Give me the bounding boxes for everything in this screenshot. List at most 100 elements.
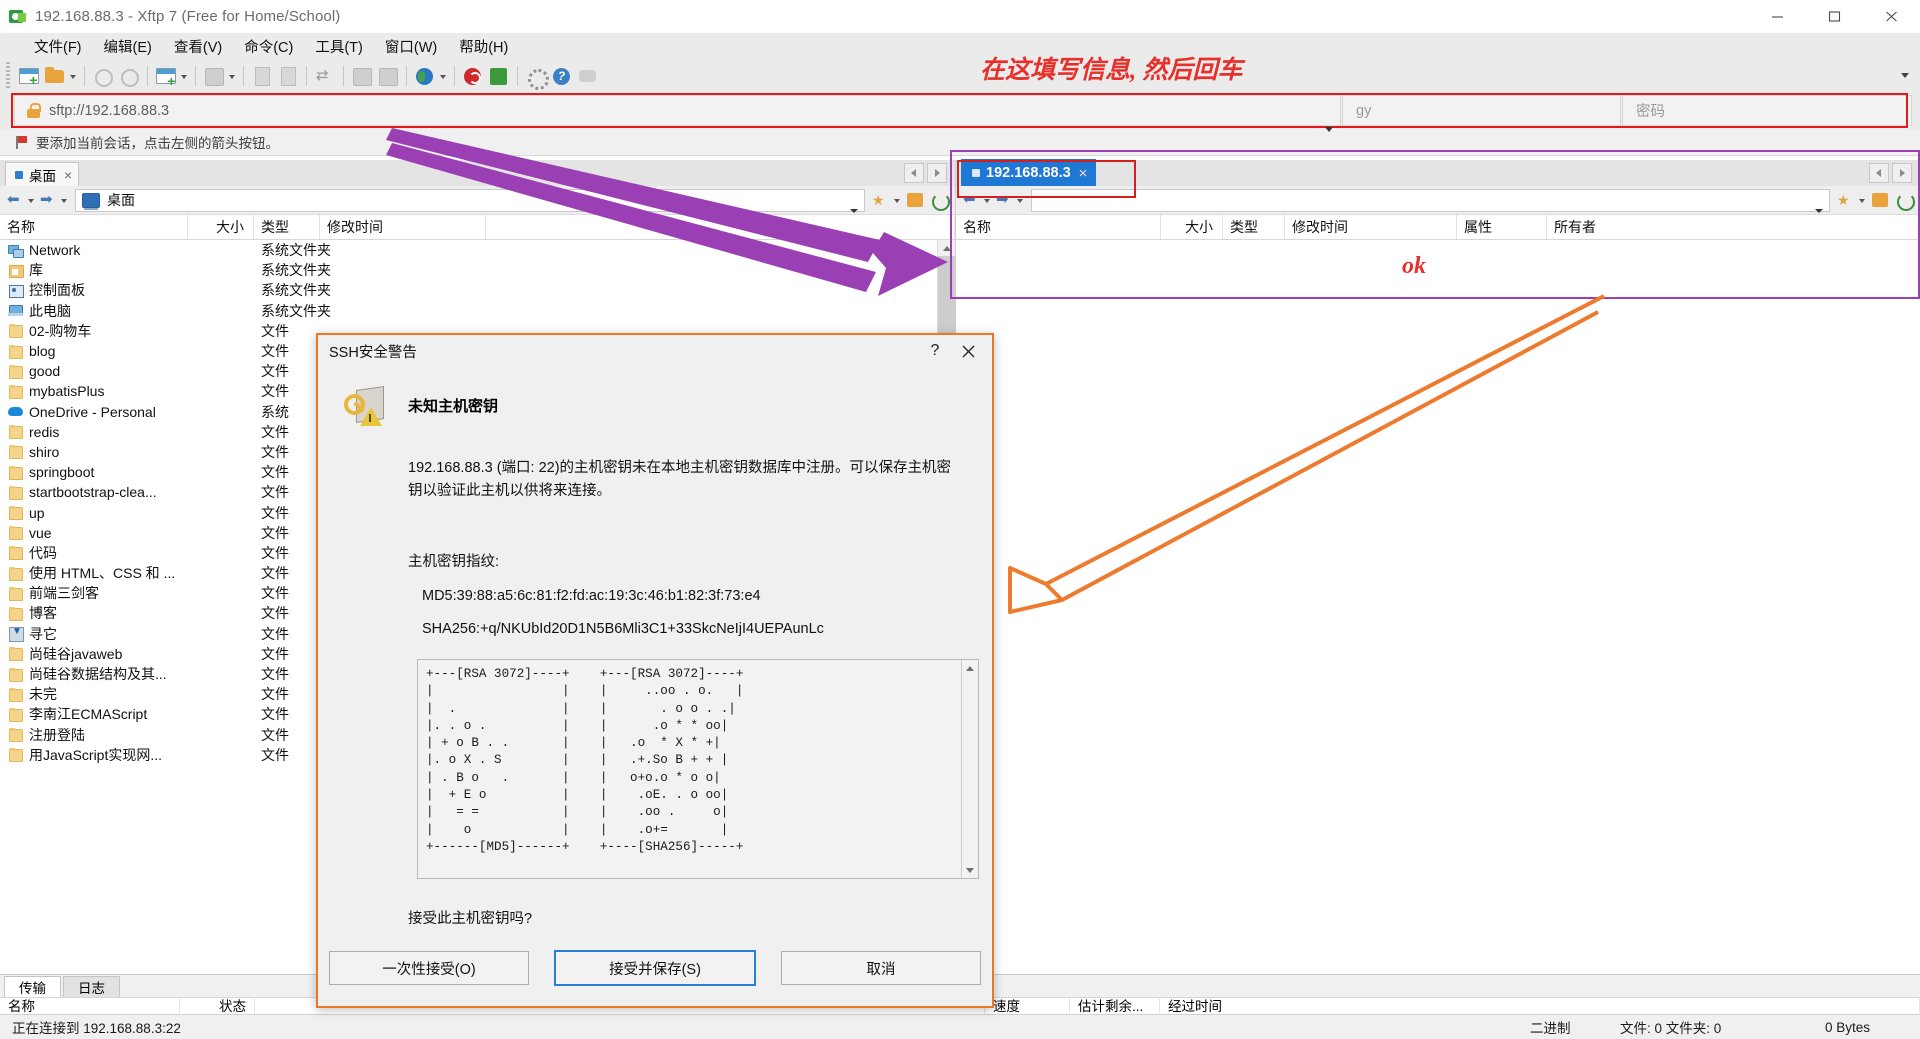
toolbar-grip[interactable]: [6, 62, 10, 90]
minimize-button[interactable]: [1749, 0, 1806, 33]
local-path-value[interactable]: 桌面: [107, 190, 844, 210]
address-input[interactable]: sftp://192.168.88.3: [49, 103, 1318, 119]
remote-forward-chevron-down-icon[interactable]: [1015, 189, 1026, 211]
dialog-close-icon[interactable]: [950, 337, 986, 365]
local-refresh-icon[interactable]: [928, 189, 950, 211]
local-col-name[interactable]: 名称: [0, 215, 188, 239]
remote-star-icon[interactable]: ★: [1834, 189, 1856, 211]
file-name-cell[interactable]: shiro: [0, 444, 188, 460]
sync-icon[interactable]: ⇄: [313, 64, 337, 88]
local-tab-desktop[interactable]: 桌面 ×: [5, 162, 80, 186]
local-tab-scroll-right-icon[interactable]: [927, 163, 947, 183]
file-name-cell[interactable]: Network: [0, 242, 188, 258]
remote-col-type[interactable]: 类型: [1223, 215, 1285, 239]
copy-file-icon[interactable]: [250, 64, 274, 88]
search-icon[interactable]: [117, 64, 141, 88]
local-path-field[interactable]: 桌面: [75, 188, 865, 213]
help-icon[interactable]: ?: [550, 64, 574, 88]
file-name-cell[interactable]: vue: [0, 525, 188, 541]
new-file-transfer-icon[interactable]: +: [154, 64, 178, 88]
local-back-arrow-icon[interactable]: ⬅: [5, 189, 25, 211]
local-star-chevron-down-icon[interactable]: [892, 189, 903, 211]
remote-col-name[interactable]: 名称: [956, 215, 1161, 239]
local-col-size[interactable]: 大小: [188, 215, 254, 239]
cut-icon[interactable]: [350, 64, 374, 88]
comment-icon[interactable]: [576, 64, 600, 88]
run-icon[interactable]: [202, 64, 226, 88]
file-name-cell[interactable]: 前端三剑客: [0, 583, 188, 603]
local-forward-chevron-down-icon[interactable]: [59, 189, 70, 211]
menu-help[interactable]: 帮助(H): [448, 33, 519, 60]
table-row[interactable]: 控制面板 系统文件夹: [0, 280, 955, 300]
file-name-cell[interactable]: 代码: [0, 543, 188, 563]
menu-edit[interactable]: 编辑(E): [93, 33, 163, 60]
remote-tab-close-icon[interactable]: ×: [1079, 165, 1088, 182]
file-name-cell[interactable]: 尚硅谷javaweb: [0, 644, 188, 664]
filter-icon[interactable]: [524, 64, 549, 90]
file-name-cell[interactable]: OneDrive - Personal: [0, 404, 188, 420]
remote-refresh-icon[interactable]: [1893, 189, 1915, 211]
file-name-cell[interactable]: blog: [0, 343, 188, 359]
remote-tab-scroll-right-icon[interactable]: [1892, 163, 1912, 183]
randomart-scrollbar[interactable]: [961, 660, 978, 878]
local-forward-arrow-icon[interactable]: ➡: [38, 189, 58, 211]
remote-back-arrow-icon[interactable]: ⬅: [961, 189, 981, 211]
file-name-cell[interactable]: good: [0, 363, 188, 379]
remote-col-attrs[interactable]: 属性: [1457, 215, 1547, 239]
file-name-cell[interactable]: 使用 HTML、CSS 和 ...: [0, 563, 188, 583]
file-name-cell[interactable]: 博客: [0, 603, 188, 623]
cancel-button[interactable]: 取消: [781, 951, 981, 985]
remote-tab-scroll-left-icon[interactable]: [1869, 163, 1889, 183]
file-name-cell[interactable]: 注册登陆: [0, 725, 188, 745]
file-name-cell[interactable]: redis: [0, 424, 188, 440]
remote-col-owner[interactable]: 所有者: [1547, 215, 1920, 239]
remote-path-field[interactable]: [1031, 188, 1830, 213]
new-folder-icon[interactable]: [43, 64, 67, 88]
paste-file-icon[interactable]: [276, 64, 300, 88]
randomart-box[interactable]: +---[RSA 3072]----+ +---[RSA 3072]----+ …: [417, 659, 979, 879]
remote-tab-session[interactable]: 192.168.88.3 ×: [961, 159, 1097, 186]
file-name-cell[interactable]: 02-购物车: [0, 321, 188, 341]
remote-home-folder-icon[interactable]: [1869, 189, 1891, 211]
xftp-green-icon[interactable]: [487, 64, 511, 88]
remote-file-list[interactable]: [956, 240, 1920, 975]
username-field-wrapper[interactable]: gy: [1342, 95, 1621, 126]
local-home-folder-icon[interactable]: [904, 189, 926, 211]
refresh-icon[interactable]: [91, 64, 115, 88]
maximize-button[interactable]: [1806, 0, 1863, 33]
tab-log[interactable]: 日志: [63, 976, 120, 997]
menu-file[interactable]: 文件(F): [23, 33, 93, 60]
table-row[interactable]: 此电脑 系统文件夹: [0, 301, 955, 321]
randomart-scroll-up-icon[interactable]: [962, 660, 978, 676]
remote-col-modified[interactable]: 修改时间: [1285, 215, 1457, 239]
new-session-icon[interactable]: +: [17, 64, 41, 88]
local-tab-scroll-left-icon[interactable]: [904, 163, 924, 183]
file-name-cell[interactable]: 尚硅谷数据结构及其...: [0, 664, 188, 684]
local-scroll-up-icon[interactable]: [938, 240, 955, 256]
local-star-icon[interactable]: ★: [869, 189, 891, 211]
remote-star-chevron-down-icon[interactable]: [1857, 189, 1868, 211]
file-name-cell[interactable]: startbootstrap-clea...: [0, 484, 188, 500]
menu-window[interactable]: 窗口(W): [374, 33, 448, 60]
xshell-icon[interactable]: [461, 64, 485, 88]
close-button[interactable]: [1863, 0, 1920, 33]
help-icon[interactable]: ?: [920, 337, 950, 365]
file-name-cell[interactable]: 寻它: [0, 624, 188, 644]
file-name-cell[interactable]: 用JavaScript实现网...: [0, 745, 188, 765]
accept-once-button[interactable]: 一次性接受(O): [329, 951, 529, 985]
paste-icon[interactable]: [376, 64, 400, 88]
menu-view[interactable]: 查看(V): [163, 33, 233, 60]
username-input[interactable]: gy: [1343, 103, 1371, 119]
file-name-cell[interactable]: up: [0, 505, 188, 521]
table-row[interactable]: Network 系统文件夹: [0, 240, 955, 260]
remote-col-size[interactable]: 大小: [1161, 215, 1223, 239]
local-tab-close-icon[interactable]: ×: [64, 167, 72, 183]
remote-back-chevron-down-icon[interactable]: [982, 189, 993, 211]
file-name-cell[interactable]: 控制面板: [0, 280, 188, 300]
tab-transfer[interactable]: 传输: [4, 976, 61, 997]
local-col-type[interactable]: 类型: [254, 215, 320, 239]
accept-and-save-button[interactable]: 接受并保存(S): [554, 950, 756, 986]
file-name-cell[interactable]: 李南江ECMAScript: [0, 704, 188, 724]
browser-chevron-down-icon[interactable]: [438, 64, 449, 88]
menu-tools[interactable]: 工具(T): [304, 33, 374, 60]
